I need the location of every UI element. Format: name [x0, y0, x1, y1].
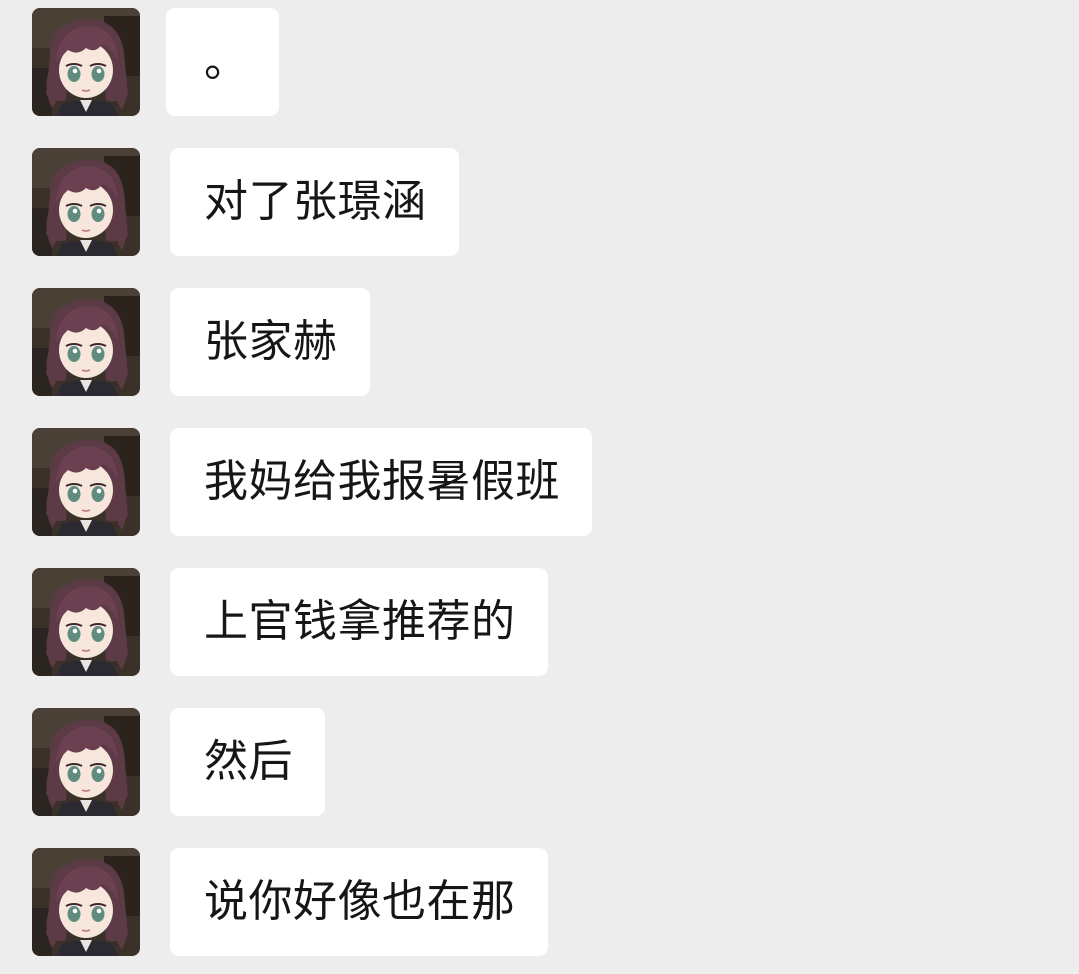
message-text: 说你好像也在那 [204, 876, 516, 927]
sender-avatar[interactable] [32, 568, 140, 676]
message-text: 对了张璟涵 [204, 176, 427, 227]
message-bubble[interactable]: 对了张璟涵 [170, 148, 459, 256]
message-text: 上官钱拿推荐的 [204, 596, 516, 647]
message-bubble[interactable]: 上官钱拿推荐的 [170, 568, 548, 676]
sender-avatar[interactable] [32, 708, 140, 816]
message-bubble[interactable]: 然后 [170, 708, 325, 816]
anime-girl-avatar-icon [32, 148, 140, 256]
sender-avatar[interactable] [32, 848, 140, 956]
sender-avatar[interactable] [32, 8, 140, 116]
chat-message-list[interactable]: 。 对了张璟涵 张家赫 我妈给我报暑假班 上官钱拿推荐的 然后 说你好像也在那 [0, 0, 1079, 974]
message-text: 张家赫 [204, 316, 338, 367]
message-text: 然后 [204, 736, 293, 787]
message-bubble[interactable]: 说你好像也在那 [170, 848, 548, 956]
message-bubble[interactable]: 我妈给我报暑假班 [170, 428, 592, 536]
sender-avatar[interactable] [32, 428, 140, 536]
message-text: 我妈给我报暑假班 [204, 456, 560, 507]
message-text: 。 [204, 36, 249, 87]
anime-girl-avatar-icon [32, 568, 140, 676]
anime-girl-avatar-icon [32, 428, 140, 536]
message-bubble[interactable]: 张家赫 [170, 288, 370, 396]
message-bubble[interactable]: 。 [166, 8, 279, 116]
sender-avatar[interactable] [32, 288, 140, 396]
anime-girl-avatar-icon [32, 8, 140, 116]
sender-avatar[interactable] [32, 148, 140, 256]
anime-girl-avatar-icon [32, 848, 140, 956]
anime-girl-avatar-icon [32, 708, 140, 816]
anime-girl-avatar-icon [32, 288, 140, 396]
